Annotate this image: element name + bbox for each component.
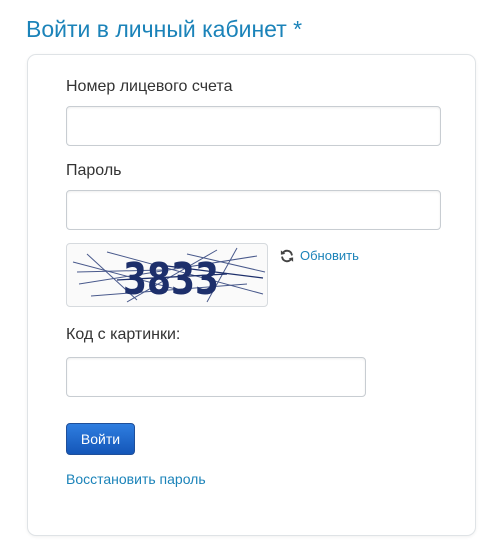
- captcha-code-label: Код с картинки:: [66, 326, 181, 343]
- refresh-captcha-button[interactable]: Обновить: [280, 248, 359, 263]
- page-title: Войти в личный кабинет *: [26, 16, 303, 42]
- password-input[interactable]: [66, 190, 441, 230]
- account-number-label: Номер лицевого счета: [66, 78, 233, 95]
- captcha-image: 3833: [66, 243, 268, 307]
- login-card: Номер лицевого счета Пароль 3833 Обновит…: [27, 54, 476, 536]
- refresh-icon: [280, 249, 294, 263]
- account-number-input[interactable]: [66, 106, 441, 146]
- refresh-captcha-label: Обновить: [300, 248, 359, 263]
- captcha-code-input[interactable]: [66, 357, 366, 397]
- restore-password-link[interactable]: Восстановить пароль: [66, 471, 206, 487]
- login-button[interactable]: Войти: [66, 423, 135, 455]
- password-label: Пароль: [66, 162, 122, 179]
